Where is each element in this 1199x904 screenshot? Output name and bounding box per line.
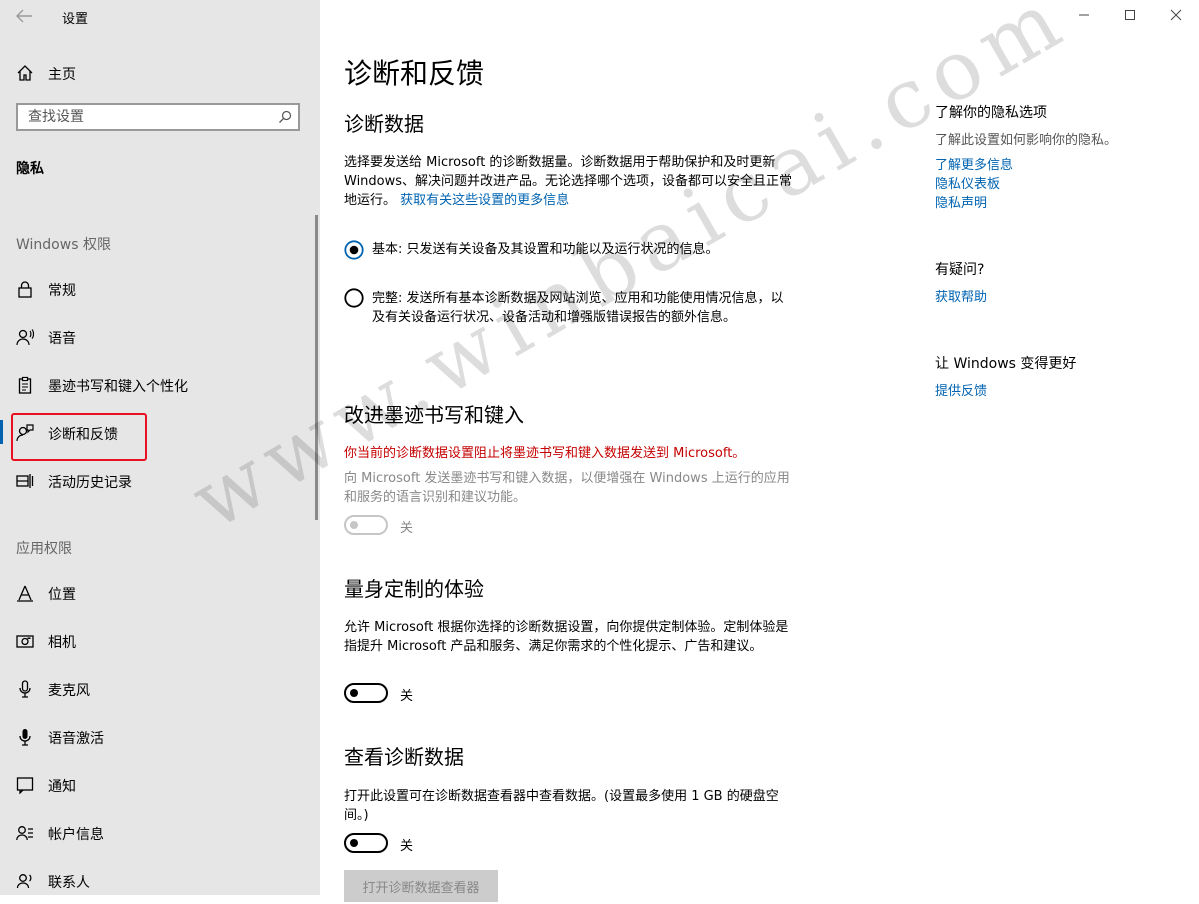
contacts-icon	[16, 872, 34, 890]
sidebar-item-location[interactable]: 位置	[0, 572, 320, 616]
group-title-windows: Windows 权限	[16, 237, 111, 253]
sidebar-item-label: 语音激活	[48, 731, 104, 747]
tailored-description: 允许 Microsoft 根据你选择的诊断数据设置，向你提供定制体验。定制体验是…	[344, 620, 789, 654]
section-heading-diagnostic-data: 诊断数据	[344, 112, 424, 136]
main-content: 诊断和反馈 诊断数据 选择要发送给 Microsoft 的诊断数据量。诊断数据用…	[320, 0, 1199, 902]
sidebar-item-label: 通知	[48, 779, 76, 795]
more-info-link[interactable]: 获取有关这些设置的更多信息	[400, 193, 569, 208]
arrow-left-icon[interactable]	[12, 6, 36, 26]
sidebar-item-voice-activation[interactable]: 语音激活	[0, 716, 320, 760]
home-icon	[16, 64, 34, 82]
sidebar-item-label: 帐户信息	[48, 827, 104, 843]
section-title: 隐私	[16, 161, 44, 177]
sidebar-item-speech[interactable]: 语音	[0, 316, 320, 360]
sidebar-item-notifications[interactable]: 通知	[0, 764, 320, 808]
viewer-toggle[interactable]	[344, 833, 388, 853]
privacy-dashboard-link[interactable]: 隐私仪表板	[935, 173, 1165, 192]
sidebar-item-label: 联系人	[48, 875, 90, 891]
highlight-box	[11, 413, 147, 461]
radio-full-label: 完整: 发送所有基本诊断数据及网站浏览、应用和功能使用情况信息，以及有关设备运行…	[372, 291, 784, 325]
sidebar-item-general[interactable]: 常规	[0, 268, 320, 312]
sidebar-item-contacts[interactable]: 联系人	[0, 860, 320, 904]
sidebar-item-label: 活动历史记录	[48, 475, 132, 491]
diagnostic-data-description: 选择要发送给 Microsoft 的诊断数据量。诊断数据用于帮助保护和及时更新 …	[344, 155, 793, 208]
section-heading-inking: 改进墨迹书写和键入	[344, 403, 524, 427]
improve-windows-heading: 让 Windows 变得更好	[935, 356, 1077, 372]
page-title: 诊断和反馈	[344, 57, 485, 90]
search-box[interactable]	[16, 103, 300, 131]
minimize-icon[interactable]	[1073, 4, 1095, 26]
sidebar-item-home[interactable]: 主页	[0, 52, 320, 96]
get-help-link[interactable]: 获取帮助	[935, 286, 1165, 305]
privacy-options-sub: 了解此设置如何影响你的隐私。	[935, 133, 1118, 148]
sidebar-item-camera[interactable]: 相机	[0, 620, 320, 664]
sidebar-item-label: 相机	[48, 635, 76, 651]
microphone-icon	[16, 680, 34, 698]
tailored-toggle-label: 关	[400, 689, 414, 704]
give-feedback-link[interactable]: 提供反馈	[935, 380, 1165, 399]
sidebar-item-account-info[interactable]: 帐户信息	[0, 812, 320, 856]
sidebar-item-activity-history[interactable]: 活动历史记录	[0, 460, 320, 504]
privacy-statement-link[interactable]: 隐私声明	[935, 192, 1165, 211]
learn-more-link[interactable]: 了解更多信息	[935, 154, 1165, 173]
inking-toggle[interactable]	[344, 515, 388, 535]
voice-activation-icon	[16, 728, 34, 746]
sidebar-item-label: 语音	[48, 331, 76, 347]
section-heading-viewer: 查看诊断数据	[344, 745, 464, 769]
close-icon[interactable]	[1165, 4, 1187, 26]
account-info-icon	[16, 824, 34, 842]
camera-icon	[16, 632, 34, 650]
sidebar-item-label: 墨迹书写和键入个性化	[48, 379, 188, 395]
radio-basic[interactable]	[344, 240, 364, 260]
inking-toggle-label: 关	[400, 521, 414, 536]
sidebar-item-label: 麦克风	[48, 683, 90, 699]
toggle-knob	[350, 521, 358, 529]
viewer-description: 打开此设置可在诊断数据查看器中查看数据。(设置最多使用 1 GB 的硬盘空间。)	[344, 789, 779, 823]
scrollbar[interactable]	[315, 215, 318, 520]
lock-icon	[16, 280, 34, 298]
sidebar-item-microphone[interactable]: 麦克风	[0, 668, 320, 712]
timeline-icon	[16, 472, 34, 490]
tailored-toggle[interactable]	[344, 683, 388, 703]
group-title-apps: 应用权限	[16, 541, 72, 557]
open-viewer-button[interactable]: 打开诊断数据查看器	[344, 870, 498, 902]
help-heading: 有疑问?	[935, 262, 985, 278]
inking-warning: 你当前的诊断数据设置阻止将墨迹书写和键入数据发送到 Microsoft。	[344, 446, 746, 461]
sidebar-item-label: 常规	[48, 283, 76, 299]
speech-icon	[16, 328, 34, 346]
maximize-icon[interactable]	[1119, 4, 1141, 26]
radio-full[interactable]	[344, 288, 364, 308]
radio-basic-label: 基本: 只发送有关设备及其设置和功能以及运行状况的信息。	[372, 242, 719, 257]
notification-icon	[16, 776, 34, 794]
toggle-knob	[350, 839, 358, 847]
app-title: 设置	[62, 12, 89, 27]
sidebar: 设置 主页 隐私 Windows 权限 常规 语音 墨迹书写和键入个性化	[0, 0, 320, 895]
search-input[interactable]	[18, 105, 268, 129]
search-icon[interactable]	[278, 110, 292, 124]
sidebar-item-label: 主页	[48, 67, 76, 83]
sidebar-item-label: 位置	[48, 587, 76, 603]
clipboard-icon	[16, 376, 34, 394]
viewer-toggle-label: 关	[400, 839, 414, 854]
section-heading-tailored: 量身定制的体验	[344, 577, 484, 601]
location-icon	[16, 584, 34, 602]
sidebar-item-inking[interactable]: 墨迹书写和键入个性化	[0, 364, 320, 408]
privacy-options-heading: 了解你的隐私选项	[935, 105, 1047, 121]
toggle-knob	[350, 689, 358, 697]
inking-description: 向 Microsoft 发送墨迹书写和键入数据，以便增强在 Windows 上运…	[344, 471, 790, 505]
